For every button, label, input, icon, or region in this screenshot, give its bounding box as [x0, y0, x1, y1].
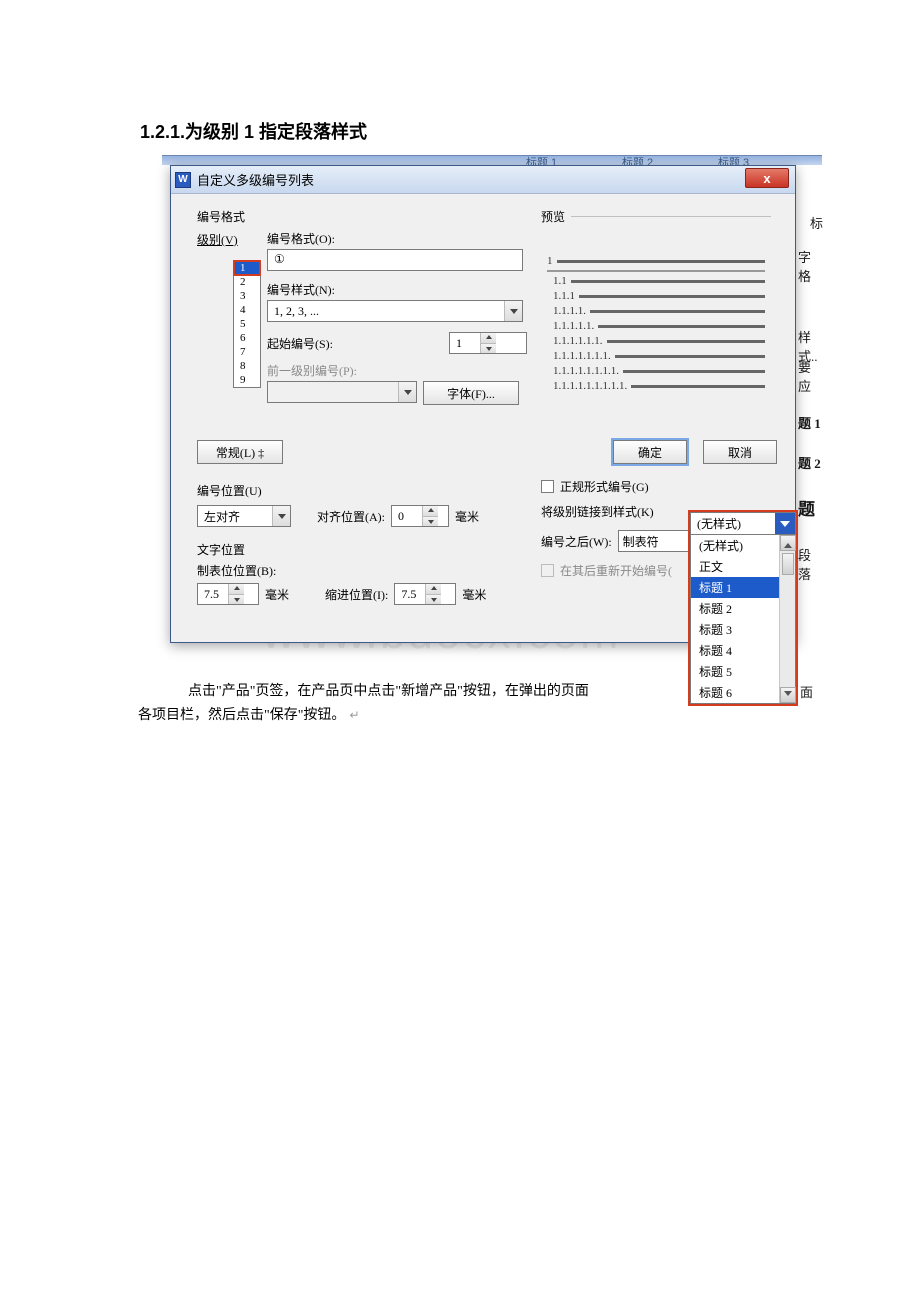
after-number-input[interactable]: 制表符 [618, 530, 690, 552]
preview-row: 1.1.1.1.1. [553, 320, 594, 332]
preview-row: 1.1.1.1.1.1.1.1.1. [553, 380, 627, 392]
spinner-up-icon[interactable] [423, 506, 438, 517]
bg-frag: 要应 [798, 357, 822, 395]
restart-checkbox [541, 564, 554, 577]
unit-label: 毫米 [455, 508, 479, 525]
align-combo[interactable]: 左对齐 [197, 505, 291, 527]
level-item-2[interactable]: 2 [234, 275, 260, 289]
number-format-label: 编号格式(O): [267, 230, 527, 247]
section-number-format: 编号格式 [197, 208, 527, 225]
chevron-down-icon[interactable] [775, 513, 795, 535]
mode-button[interactable]: 常规(L) ‡ [197, 440, 283, 464]
scroll-down-icon[interactable] [780, 687, 796, 703]
bg-frag: 题 2 [798, 453, 821, 472]
body-paragraph: 各项目栏，然后点击"保存"按钮。↵ [138, 704, 360, 724]
level-item-6[interactable]: 6 [234, 331, 260, 345]
preview-row: 1 [547, 255, 553, 267]
tab-pos-label: 制表位位置(B): [197, 562, 517, 579]
level-item-4[interactable]: 4 [234, 303, 260, 317]
section-preview: 预览 [541, 208, 565, 225]
after-number-label: 编号之后(W): [541, 533, 612, 550]
dialog-titlebar[interactable]: W 自定义多级编号列表 x [171, 166, 795, 194]
restart-label: 在其后重新开始编号( [560, 562, 672, 579]
page-heading: 1.2.1.为级别 1 指定段落样式 [140, 118, 367, 144]
ok-button[interactable]: 确定 [613, 440, 687, 464]
scroll-thumb[interactable] [782, 553, 794, 575]
number-style-combo[interactable]: 1, 2, 3, ... [267, 300, 523, 322]
level-item-7[interactable]: 7 [234, 345, 260, 359]
dropdown-scrollbar[interactable] [779, 535, 795, 703]
body-paragraph: 点击"产品"页签，在产品页中点击"新增产品"按钮，在弹出的页面 [188, 680, 589, 700]
chevron-down-icon[interactable] [504, 301, 522, 321]
spinner-up-icon[interactable] [426, 584, 441, 595]
close-button[interactable]: x [745, 168, 789, 188]
unit-label: 毫米 [462, 586, 486, 603]
indent-value[interactable]: 7.5 [395, 584, 425, 604]
bg-frag: 字格 [798, 247, 822, 285]
bg-frag: 题 1 [798, 413, 821, 432]
prev-level-combo [267, 381, 417, 403]
tab-pos-value[interactable]: 7.5 [198, 584, 228, 604]
align-pos-spinner[interactable]: 0 [391, 505, 449, 527]
unit-label: 毫米 [265, 586, 289, 603]
scroll-up-icon[interactable] [780, 535, 796, 551]
align-value: 左对齐 [204, 508, 240, 525]
link-style-combo[interactable]: (无样式) [690, 512, 796, 534]
align-pos-label: 对齐位置(A): [317, 508, 385, 525]
bg-frag: 段落 [798, 545, 822, 583]
bg-frag: 面 [800, 682, 813, 701]
number-style-label: 编号样式(N): [267, 281, 527, 298]
link-style-highlight: (无样式) (无样式) 正文 标题 1 标题 2 标题 3 标题 4 标题 5 … [688, 510, 798, 706]
section-text-position: 文字位置 [197, 541, 517, 558]
spinner-down-icon[interactable] [426, 595, 441, 605]
app-icon: W [175, 172, 191, 188]
link-style-value: (无样式) [691, 515, 775, 532]
font-button[interactable]: 字体(F)... [423, 381, 519, 405]
formal-checkbox[interactable] [541, 480, 554, 493]
spinner-down-icon[interactable] [423, 517, 438, 527]
level-item-9[interactable]: 9 [234, 373, 260, 387]
align-pos-value[interactable]: 0 [392, 506, 422, 526]
indent-label: 缩进位置(I): [325, 586, 388, 603]
start-number-spinner[interactable]: 1 [449, 332, 527, 354]
chevron-down-icon [398, 382, 416, 402]
number-format-input[interactable]: ① [267, 249, 523, 271]
spinner-up-icon[interactable] [481, 333, 496, 344]
preview-row: 1.1.1.1. [553, 305, 586, 317]
preview-row: 1.1.1.1.1.1.1.1. [553, 365, 619, 377]
link-style-dropdown[interactable]: (无样式) 正文 标题 1 标题 2 标题 3 标题 4 标题 5 标题 6 [690, 534, 796, 704]
level-item-5[interactable]: 5 [234, 317, 260, 331]
chevron-down-icon[interactable] [272, 506, 290, 526]
spinner-down-icon[interactable] [229, 595, 244, 605]
spinner-up-icon[interactable] [229, 584, 244, 595]
formal-label: 正规形式编号(G) [560, 478, 649, 495]
preview-row: 1.1.1 [553, 290, 575, 302]
dialog-title: 自定义多级编号列表 [197, 170, 314, 189]
prev-level-label: 前一级别编号(P): [267, 362, 527, 379]
indent-spinner[interactable]: 7.5 [394, 583, 456, 605]
preview-row: 1.1.1.1.1.1.1. [553, 350, 611, 362]
cancel-button[interactable]: 取消 [703, 440, 777, 464]
number-style-value: 1, 2, 3, ... [274, 304, 319, 319]
start-number-value[interactable]: 1 [450, 333, 480, 353]
level-item-8[interactable]: 8 [234, 359, 260, 373]
start-number-label: 起始编号(S): [267, 335, 333, 352]
spinner-down-icon[interactable] [481, 344, 496, 354]
bg-frag: 标 [810, 213, 823, 232]
level-list[interactable]: 1 2 3 4 5 6 7 8 9 [233, 260, 261, 388]
section-number-position: 编号位置(U) [197, 482, 517, 499]
link-style-label: 将级别链接到样式(K) [541, 503, 654, 520]
level-item-1[interactable]: 1 [234, 261, 260, 275]
preview-row: 1.1.1.1.1.1. [553, 335, 603, 347]
preview-area: 1 1.1 1.1.1 1.1.1.1. 1.1.1.1.1. 1.1.1.1.… [541, 251, 771, 399]
tab-pos-spinner[interactable]: 7.5 [197, 583, 259, 605]
level-item-3[interactable]: 3 [234, 289, 260, 303]
preview-row: 1.1 [553, 275, 567, 287]
